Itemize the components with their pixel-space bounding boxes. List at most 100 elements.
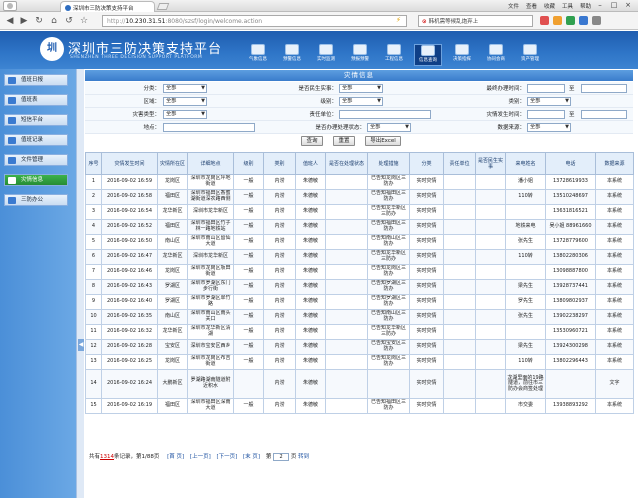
maximize-icon[interactable]: □ (608, 1, 620, 10)
sidebar-item-duty-table[interactable]: 值班表 (4, 94, 68, 106)
table-row[interactable]: 3 2016-09-02 16:54 龙华新区 深圳市龙华新区 一般 内涝 朱德敏 已告知龙华… (85, 204, 634, 220)
fasheng-end-input[interactable] (581, 110, 627, 119)
table-cell: 110转 (505, 249, 546, 265)
download-icon[interactable] (553, 16, 562, 25)
user-avatar-icon[interactable] (3, 1, 17, 11)
table-cell: 2016-09-02 16:32 (101, 324, 158, 340)
table-row[interactable]: 4 2016-09-02 16:52 福田区 深圳市福田区竹子林一路地铁站 一般 内涝 朱德… (85, 219, 634, 235)
nav-warning[interactable]: 预警信息 (278, 44, 306, 66)
table-cell: 13631816521 (545, 204, 596, 220)
first-page-link[interactable]: [首 页] (167, 454, 184, 460)
goto-button[interactable]: 转到 (298, 454, 309, 460)
nav-command[interactable]: 决策指挥 (448, 44, 476, 66)
table-row[interactable]: 9 2016-09-02 16:40 罗湖区 深圳市罗湖区翠竹路 一般 内涝 朱德敏 已告知罗… (85, 294, 634, 310)
menu-help[interactable]: 帮助 (580, 4, 591, 10)
lightning-icon[interactable]: ⚡ (396, 16, 401, 24)
shifou-select[interactable]: 全部 ▼ (339, 84, 383, 93)
table-cell: 已告知福田区三防办 (367, 398, 410, 414)
nav-weather[interactable]: 气象信息 (244, 44, 272, 66)
extension-icon[interactable] (540, 16, 549, 25)
export-excel-button[interactable]: 导出Excel (365, 136, 401, 146)
table-cell: 朱德敏 (295, 339, 326, 355)
address-bar: ◀ ▶ ↻ ⌂ ↺ ☆ http://10.230.31.51:8080/szs… (0, 12, 638, 30)
table-row[interactable]: 10 2016-09-02 16:35 南山区 深圳市南山区南头关口 一般 内涝 朱德敏 已告… (85, 309, 634, 325)
table-row[interactable]: 12 2016-09-02 16:28 宝安区 深圳市宝安区西乡 一般 内涝 朱德敏 已告知宝… (85, 339, 634, 355)
table-row[interactable]: 11 2016-09-02 16:32 龙华新区 深圳市龙华新区清湖 一般 内涝 朱德敏 已告… (85, 324, 634, 340)
home-icon[interactable]: ⌂ (48, 15, 60, 27)
table-row[interactable]: 1 2016-09-02 16:59 龙岗区 深圳市龙岗区坪地街道 一般 内涝 朱德敏 已告知… (85, 174, 634, 190)
nav-assets[interactable]: 资产管理 (516, 44, 544, 66)
table-cell: 龙华新区 (157, 249, 188, 265)
table-row[interactable]: 14 2016-09-02 16:24 大鹏新区 罗湖路湖南隧道附近积水 内涝 朱德敏 实时… (85, 369, 634, 399)
shiyan-start-input[interactable] (527, 84, 565, 93)
zeren-input[interactable] (339, 110, 431, 119)
sidebar-item-duty-records[interactable]: 值班记录 (4, 134, 68, 146)
table-row[interactable]: 8 2016-09-02 16:43 罗湖区 深圳市罗湖区东门步行街 一般 内涝 朱德敏 已告… (85, 279, 634, 295)
table-cell: 一般 (233, 398, 264, 414)
back-icon[interactable]: ◀ (4, 15, 16, 27)
jibie-select[interactable]: 全部 ▼ (339, 97, 383, 106)
filter-row-4: 地点： 是否办理处理状态： 全部 ▼ 数据来源： 全部 ▼ (85, 121, 633, 134)
sidebar-item-duty-daily[interactable]: 值班日报 (4, 74, 68, 86)
table-cell: 张先生 (505, 234, 546, 250)
fenlei-select[interactable]: 全部 ▼ (163, 84, 207, 93)
restore-tab-icon[interactable]: ↺ (63, 15, 75, 27)
menu-tools[interactable]: 工具 (562, 4, 573, 10)
sidebar-item-disaster[interactable]: 灾情信息 (4, 174, 68, 186)
sidebar-item-files[interactable]: 文件管理 (4, 154, 68, 166)
shiyan-end-input[interactable] (581, 84, 627, 93)
sidebar-item-sms[interactable]: 短信平台 (4, 114, 68, 126)
nav-consult[interactable]: 协同会商 (482, 44, 510, 66)
table-cell: 本系统 (595, 279, 634, 295)
table-cell (443, 309, 476, 325)
quyu-select[interactable]: 全部 ▼ (163, 97, 207, 106)
command-icon (455, 44, 469, 55)
search-input[interactable]: ⊙ 韩机需等候乱炮弃上 (418, 15, 533, 27)
table-cell: 3 (85, 204, 102, 220)
table-row[interactable]: 6 2016-09-02 16:47 龙华新区 深圳市龙华新区 一般 内涝 朱德敏 已告知龙华… (85, 249, 634, 265)
laiyuan-select[interactable]: 全部 ▼ (527, 123, 571, 132)
nav-monitoring[interactable]: 实时监测 (312, 44, 340, 66)
menu-favorites[interactable]: 收藏 (544, 4, 555, 10)
sidebar-item-office[interactable]: 三防办公 (4, 194, 68, 206)
browser-tab[interactable]: 深圳市三防决策支持平台 (60, 1, 155, 12)
table-cell: 一般 (233, 249, 264, 265)
table-row[interactable]: 5 2016-09-02 16:50 南山区 深圳市南山区留仙大道 一般 内涝 朱德敏 已告知… (85, 234, 634, 250)
star-icon[interactable]: ☆ (78, 15, 90, 27)
sidebar-splitter[interactable]: ◀ (76, 69, 84, 498)
menu-icon[interactable] (592, 16, 601, 25)
nav-engineering[interactable]: 工程信息 (380, 44, 408, 66)
refresh-icon[interactable]: ↻ (33, 15, 45, 27)
url-input[interactable]: http://10.230.31.51:8080/szsf/login/welc… (102, 15, 407, 27)
new-tab-button[interactable] (156, 3, 170, 10)
table-row[interactable]: 2 2016-09-02 16:58 福田区 深圳市福田区香蜜湖街道深农路西侧 一般 内涝… (85, 189, 634, 205)
last-page-link[interactable]: [末 页] (243, 454, 260, 460)
table-cell (505, 264, 546, 280)
fasheng-start-input[interactable] (527, 110, 565, 119)
table-row[interactable]: 7 2016-09-02 16:46 龙岗区 深圳市龙岗区坂田街道 一般 内涝 朱德敏 已告知… (85, 264, 634, 280)
nav-forecast[interactable]: 预报预警 (346, 44, 374, 66)
screenshot-icon[interactable] (566, 16, 575, 25)
leibie-select[interactable]: 全部 ▼ (527, 97, 571, 106)
query-icon (421, 45, 435, 56)
table-cell: 2016-09-02 16:28 (101, 339, 158, 355)
reset-button[interactable]: 重置 (333, 136, 355, 146)
banli-select[interactable]: 全部 ▼ (367, 123, 411, 132)
sync-icon[interactable] (579, 16, 588, 25)
didian-input[interactable] (163, 123, 255, 132)
page-number-input[interactable]: 2 (273, 452, 290, 461)
query-button[interactable]: 查询 (301, 136, 323, 146)
zaiqing-select[interactable]: 全部 ▼ (163, 110, 207, 119)
menu-file[interactable]: 文件 (508, 4, 519, 10)
menu-view[interactable]: 查看 (526, 4, 537, 10)
nav-query[interactable]: 信息查询 (414, 44, 442, 66)
next-page-link[interactable]: [下一页] (216, 454, 237, 460)
table-row[interactable]: 15 2016-09-02 16:19 福田区 深圳市福田区深南大道 一般 内涝 朱德敏 已告… (85, 398, 634, 414)
prev-page-link[interactable]: [上一页] (190, 454, 211, 460)
close-icon[interactable]: × (622, 1, 634, 10)
table-cell: 2016-09-02 16:43 (101, 279, 158, 295)
minimize-icon[interactable]: – (594, 1, 606, 10)
forward-icon[interactable]: ▶ (18, 15, 30, 27)
collapse-arrow-icon[interactable]: ◀ (78, 339, 84, 351)
table-row[interactable]: 13 2016-09-02 16:25 龙岗区 深圳市龙岗区布吉街道 一般 内涝 朱德敏 已告… (85, 354, 634, 370)
